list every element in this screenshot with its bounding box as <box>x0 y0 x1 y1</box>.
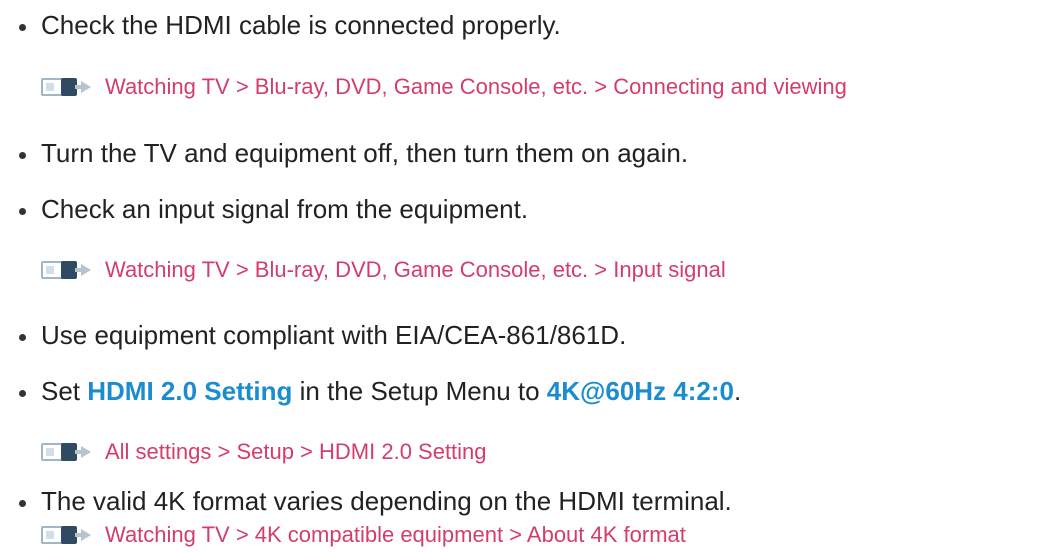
setting-value-highlight: 4K@60Hz 4:2:0 <box>546 376 734 406</box>
bullet-dot <box>19 500 26 507</box>
bullet-text: Use equipment compliant with EIA/CEA-861… <box>41 320 627 350</box>
reference-link[interactable]: Watching TV > Blu-ray, DVD, Game Console… <box>105 74 847 100</box>
setting-name-highlight: HDMI 2.0 Setting <box>87 376 293 406</box>
bullet-text: The valid 4K format varies depending on … <box>41 486 732 516</box>
reference-link-row[interactable]: Watching TV > Blu-ray, DVD, Game Console… <box>41 257 726 283</box>
reference-link[interactable]: Watching TV > Blu-ray, DVD, Game Console… <box>105 257 726 283</box>
bullet-dot <box>19 390 26 397</box>
menu-navigation-icon <box>41 76 95 98</box>
menu-navigation-icon <box>41 524 95 546</box>
reference-link[interactable]: Watching TV > 4K compatible equipment > … <box>105 522 686 548</box>
bullet-text: Set HDMI 2.0 Setting in the Setup Menu t… <box>41 376 741 406</box>
bullet-dot <box>19 152 26 159</box>
reference-link[interactable]: All settings > Setup > HDMI 2.0 Setting <box>105 439 487 465</box>
bullet-text: Check an input signal from the equipment… <box>41 194 529 224</box>
bullet-dot <box>19 208 26 215</box>
reference-link-row[interactable]: Watching TV > Blu-ray, DVD, Game Console… <box>41 74 847 100</box>
bullet-dot <box>19 334 26 341</box>
menu-navigation-icon <box>41 259 95 281</box>
bullet-text: Check the HDMI cable is connected proper… <box>41 10 561 40</box>
text-segment: . <box>734 376 742 406</box>
text-segment: Set <box>41 376 88 406</box>
text-segment: in the Setup Menu to <box>292 376 547 406</box>
bullet-text: Turn the TV and equipment off, then turn… <box>41 138 689 168</box>
bullet-dot <box>19 24 26 31</box>
reference-link-row[interactable]: Watching TV > 4K compatible equipment > … <box>41 522 686 548</box>
menu-navigation-icon <box>41 441 95 463</box>
reference-link-row[interactable]: All settings > Setup > HDMI 2.0 Setting <box>41 439 487 465</box>
